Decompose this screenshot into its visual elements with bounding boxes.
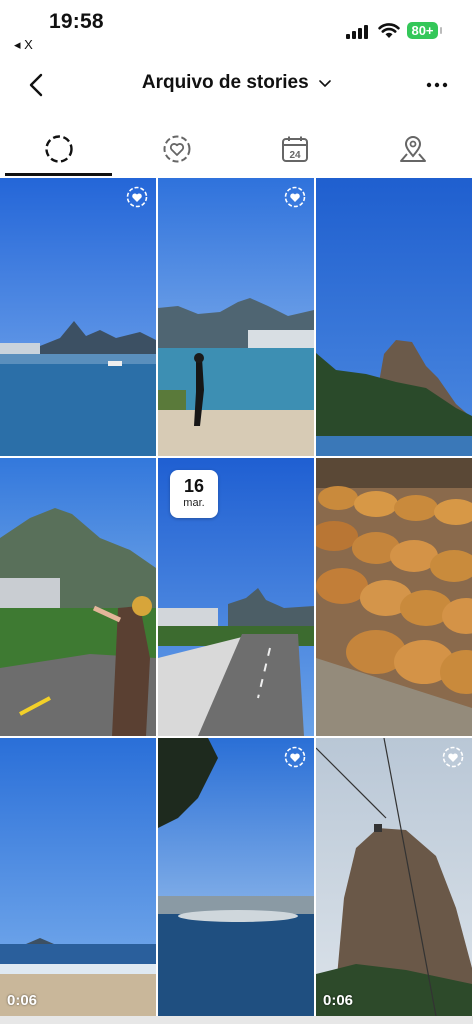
story-thumbnail[interactable]: 16 mar. — [158, 458, 314, 736]
lagoon-skyline-image — [0, 178, 156, 456]
heart-circle-icon — [442, 746, 464, 768]
story-thumbnail[interactable] — [0, 458, 156, 736]
sugarloaf-image — [316, 178, 472, 456]
date-month: mar. — [183, 497, 205, 509]
active-tab-underline — [5, 173, 112, 176]
back-to-app-link[interactable]: ◂ X — [14, 37, 33, 53]
story-thumbnail[interactable] — [0, 178, 156, 456]
calendar-icon: 24 — [282, 136, 308, 162]
status-time: 19:58 — [49, 10, 104, 33]
tab-liked[interactable] — [118, 128, 236, 176]
battery-indicator: 80+ — [407, 22, 438, 39]
chevron-down-icon — [319, 79, 331, 87]
video-duration: 0:06 — [323, 992, 354, 1009]
woman-walkway-image — [158, 178, 314, 456]
heart-circle-icon — [126, 186, 148, 208]
battery-cap — [440, 27, 442, 34]
date-badge: 16 mar. — [170, 470, 218, 518]
story-thumbnail[interactable]: 0:06 — [0, 738, 156, 1016]
wifi-icon — [378, 23, 400, 38]
ocean-beach-image — [0, 738, 156, 1016]
story-thumbnail[interactable] — [316, 178, 472, 456]
archive-selector[interactable]: Arquivo de stories — [0, 72, 473, 94]
status-bar: 19:58 ◂ X 80+ — [0, 0, 473, 58]
tab-locations[interactable] — [354, 128, 472, 176]
page-title: Arquivo de stories — [141, 72, 309, 93]
top-nav-bar: Arquivo de stories — [0, 60, 473, 110]
story-thumbnail[interactable] — [158, 738, 314, 1016]
story-thumbnail[interactable]: 0:06 — [316, 738, 472, 1016]
story-thumbnail[interactable] — [158, 178, 314, 456]
location-pin-icon — [400, 136, 426, 162]
heart-circle-icon — [284, 186, 306, 208]
date-day: 16 — [183, 476, 205, 496]
video-duration: 0:06 — [7, 992, 38, 1009]
bike-path-image — [0, 458, 156, 736]
more-options-icon[interactable] — [422, 72, 452, 98]
heart-circle-icon — [163, 135, 191, 163]
stories-grid: 16 mar. 0:06 0:06 — [0, 178, 473, 1024]
tab-stories[interactable] — [0, 128, 118, 176]
archive-tabs: 24 — [0, 128, 473, 176]
bay-aerial-image — [158, 738, 314, 1016]
story-thumbnail[interactable] — [316, 458, 472, 736]
tab-calendar[interactable]: 24 — [236, 128, 354, 176]
calendar-day-label: 24 — [289, 150, 301, 161]
heart-circle-icon — [284, 746, 306, 768]
next-row-preview — [0, 1016, 473, 1024]
cable-car-mountain-image — [316, 738, 472, 1016]
signal-icon — [346, 25, 370, 39]
story-circle-icon — [45, 135, 73, 163]
croissant-display-image — [316, 458, 472, 736]
